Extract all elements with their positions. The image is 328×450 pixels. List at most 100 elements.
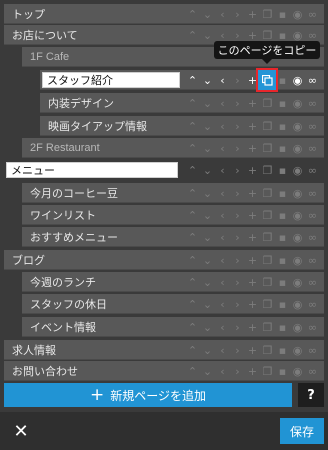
copy-icon[interactable]: ❐: [260, 272, 275, 292]
copy-icon[interactable]: ❐: [260, 183, 275, 203]
chevron-right-icon[interactable]: ›: [230, 340, 245, 360]
chevron-left-icon[interactable]: ‹: [215, 183, 230, 203]
chevron-right-icon[interactable]: ›: [230, 294, 245, 314]
help-button[interactable]: ?: [298, 383, 324, 407]
tree-row-recruit[interactable]: 求人情報 ⌃ ⌄ ‹ › + ❐ ▪ ◉ ∞: [4, 340, 324, 360]
link-icon[interactable]: ∞: [305, 116, 320, 136]
chevron-up-icon[interactable]: ⌃: [185, 205, 200, 225]
copy-icon[interactable]: ❐: [260, 227, 275, 247]
copy-icon[interactable]: ❐: [260, 317, 275, 337]
chevron-up-icon[interactable]: ⌃: [185, 294, 200, 314]
copy-icon[interactable]: ❐: [260, 361, 275, 381]
trash-icon[interactable]: ▪: [275, 160, 290, 180]
link-icon[interactable]: ∞: [305, 340, 320, 360]
trash-icon[interactable]: ▪: [275, 340, 290, 360]
chevron-right-icon[interactable]: ›: [230, 160, 245, 180]
trash-icon[interactable]: ▪: [275, 205, 290, 225]
eye-icon[interactable]: ◉: [290, 4, 305, 24]
chevron-down-icon[interactable]: ⌄: [200, 4, 215, 24]
chevron-right-icon[interactable]: ›: [230, 138, 245, 158]
link-icon[interactable]: ∞: [305, 70, 320, 90]
chevron-left-icon[interactable]: ‹: [215, 227, 230, 247]
chevron-up-icon[interactable]: ⌃: [185, 272, 200, 292]
plus-icon[interactable]: +: [245, 93, 260, 113]
plus-icon[interactable]: +: [245, 317, 260, 337]
trash-icon[interactable]: ▪: [275, 116, 290, 136]
chevron-left-icon[interactable]: ‹: [215, 272, 230, 292]
chevron-down-icon[interactable]: ⌄: [200, 205, 215, 225]
chevron-right-icon[interactable]: ›: [230, 183, 245, 203]
eye-icon[interactable]: ◉: [290, 272, 305, 292]
plus-icon[interactable]: +: [245, 116, 260, 136]
chevron-up-icon[interactable]: ⌃: [185, 4, 200, 24]
chevron-down-icon[interactable]: ⌄: [200, 25, 215, 45]
trash-icon[interactable]: ▪: [275, 317, 290, 337]
copy-icon[interactable]: ❐: [260, 138, 275, 158]
eye-icon[interactable]: ◉: [290, 294, 305, 314]
chevron-up-icon[interactable]: ⌃: [185, 138, 200, 158]
save-button[interactable]: 保存: [280, 418, 324, 444]
link-icon[interactable]: ∞: [305, 4, 320, 24]
chevron-down-icon[interactable]: ⌄: [200, 317, 215, 337]
chevron-left-icon[interactable]: ‹: [215, 250, 230, 270]
link-icon[interactable]: ∞: [305, 183, 320, 203]
plus-icon[interactable]: +: [245, 205, 260, 225]
chevron-right-icon[interactable]: ›: [230, 317, 245, 337]
chevron-right-icon[interactable]: ›: [230, 70, 245, 90]
chevron-up-icon[interactable]: ⌃: [185, 183, 200, 203]
tree-row-staff-holiday[interactable]: スタッフの休日 ⌃ ⌄ ‹ › + ❐ ▪ ◉ ∞: [22, 294, 324, 314]
link-icon[interactable]: ∞: [305, 361, 320, 381]
chevron-right-icon[interactable]: ›: [230, 361, 245, 381]
chevron-down-icon[interactable]: ⌄: [200, 272, 215, 292]
eye-icon[interactable]: ◉: [290, 250, 305, 270]
trash-icon[interactable]: ▪: [275, 294, 290, 314]
chevron-down-icon[interactable]: ⌄: [200, 294, 215, 314]
trash-icon[interactable]: ▪: [275, 272, 290, 292]
chevron-up-icon[interactable]: ⌃: [185, 70, 200, 90]
copy-icon[interactable]: ❐: [260, 4, 275, 24]
page-name-input[interactable]: メニュー: [6, 162, 178, 178]
copy-icon[interactable]: ❐: [260, 116, 275, 136]
chevron-down-icon[interactable]: ⌄: [200, 116, 215, 136]
tree-row-movie[interactable]: 映画タイアップ情報 ⌃ ⌄ ‹ › + ❐ ▪ ◉ ∞: [40, 116, 324, 136]
chevron-down-icon[interactable]: ⌄: [200, 138, 215, 158]
chevron-left-icon[interactable]: ‹: [215, 205, 230, 225]
eye-icon[interactable]: ◉: [290, 205, 305, 225]
link-icon[interactable]: ∞: [305, 250, 320, 270]
chevron-right-icon[interactable]: ›: [230, 272, 245, 292]
chevron-right-icon[interactable]: ›: [230, 250, 245, 270]
plus-icon[interactable]: +: [245, 250, 260, 270]
link-icon[interactable]: ∞: [305, 317, 320, 337]
plus-icon[interactable]: +: [245, 4, 260, 24]
eye-icon[interactable]: ◉: [290, 361, 305, 381]
tree-row-top[interactable]: トップ ⌃ ⌄ ‹ › + ❐ ▪ ◉ ∞: [4, 4, 324, 24]
tree-row-interior[interactable]: 内装デザイン ⌃ ⌄ ‹ › + ❐ ▪ ◉ ∞: [40, 93, 324, 113]
link-icon[interactable]: ∞: [305, 93, 320, 113]
chevron-down-icon[interactable]: ⌄: [200, 361, 215, 381]
plus-icon[interactable]: +: [245, 227, 260, 247]
tree-row-blog[interactable]: ブログ ⌃ ⌄ ‹ › + ❐ ▪ ◉ ∞: [4, 250, 324, 270]
eye-icon[interactable]: ◉: [290, 340, 305, 360]
tree-row-menu[interactable]: メニュー ⌃ ⌄ ‹ › + ❐ ▪ ◉ ∞: [4, 160, 324, 180]
plus-icon[interactable]: +: [245, 160, 260, 180]
chevron-left-icon[interactable]: ‹: [215, 70, 230, 90]
chevron-down-icon[interactable]: ⌄: [200, 340, 215, 360]
tree-row-lunch[interactable]: 今週のランチ ⌃ ⌄ ‹ › + ❐ ▪ ◉ ∞: [22, 272, 324, 292]
page-name-input[interactable]: スタッフ紹介: [42, 71, 180, 88]
tree-row-events[interactable]: イベント情報 ⌃ ⌄ ‹ › + ❐ ▪ ◉ ∞: [22, 317, 324, 337]
trash-icon[interactable]: ▪: [275, 250, 290, 270]
chevron-up-icon[interactable]: ⌃: [185, 116, 200, 136]
chevron-up-icon[interactable]: ⌃: [185, 25, 200, 45]
chevron-left-icon[interactable]: ‹: [215, 340, 230, 360]
copy-icon[interactable]: ❐: [260, 205, 275, 225]
link-icon[interactable]: ∞: [305, 160, 320, 180]
eye-icon[interactable]: ◉: [290, 317, 305, 337]
eye-icon[interactable]: ◉: [290, 183, 305, 203]
chevron-left-icon[interactable]: ‹: [215, 93, 230, 113]
copy-icon[interactable]: ❐: [260, 340, 275, 360]
link-icon[interactable]: ∞: [305, 227, 320, 247]
plus-icon[interactable]: +: [245, 340, 260, 360]
eye-icon[interactable]: ◉: [290, 227, 305, 247]
tree-row-recommend[interactable]: おすすめメニュー ⌃ ⌄ ‹ › + ❐ ▪ ◉ ∞: [22, 227, 324, 247]
chevron-down-icon[interactable]: ⌄: [200, 227, 215, 247]
